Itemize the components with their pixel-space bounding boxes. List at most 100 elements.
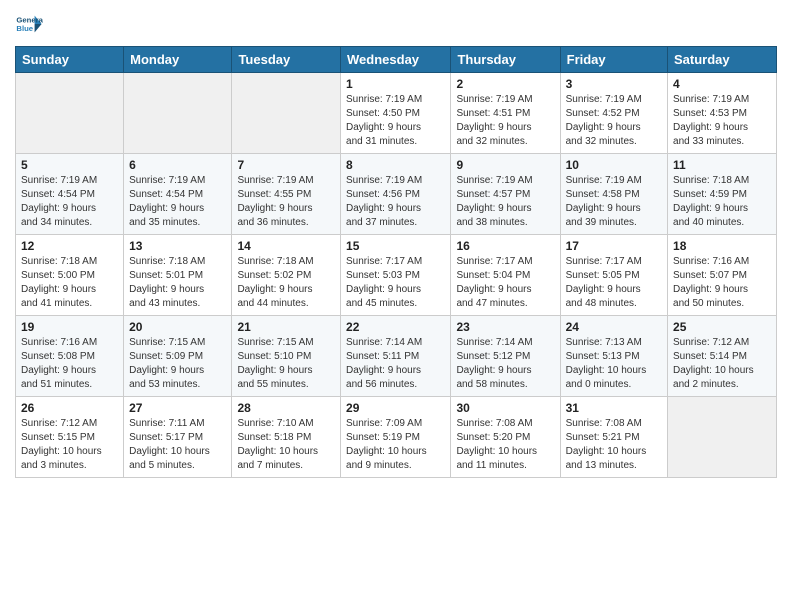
day-cell-10: 10 Sunrise: 7:19 AM Sunset: 4:58 PM Dayli… xyxy=(560,154,667,235)
day-info-6: Sunrise: 7:19 AM Sunset: 4:54 PM Dayligh… xyxy=(129,174,226,230)
day-cell-4: 4Sunrise: 7:19 AM Sunset: 4:53 PM Daylig… xyxy=(668,73,777,154)
logo: General Blue xyxy=(15,10,43,38)
day-cell-22: 22 Sunrise: 7:14 AM Sunset: 5:11 PM Dayli… xyxy=(341,316,451,397)
day-info-21: Sunrise: 7:15 AM Sunset: 5:10 PM Dayligh… xyxy=(237,336,335,392)
day-number-6: 6 xyxy=(129,158,226,172)
day-number-8: 8 xyxy=(346,158,445,172)
day-info-10: Sunrise: 7:19 AM Sunset: 4:58 PM Dayligh… xyxy=(566,174,662,230)
weekday-header-friday: Friday xyxy=(560,47,667,73)
empty-cell xyxy=(668,397,777,478)
day-info-15: Sunrise: 7:17 AM Sunset: 5:03 PM Dayligh… xyxy=(346,255,445,311)
day-cell-6: 6 Sunrise: 7:19 AM Sunset: 4:54 PM Daylig… xyxy=(124,154,232,235)
day-number-14: 14 xyxy=(237,239,335,253)
day-info-27: Sunrise: 7:11 AM Sunset: 5:17 PM Dayligh… xyxy=(129,417,226,473)
day-cell-15: 15 Sunrise: 7:17 AM Sunset: 5:03 PM Dayli… xyxy=(341,235,451,316)
day-number-15: 15 xyxy=(346,239,445,253)
day-number-16: 16 xyxy=(456,239,554,253)
day-cell-19: 19 Sunrise: 7:16 AM Sunset: 5:08 PM Dayli… xyxy=(16,316,124,397)
day-number-27: 27 xyxy=(129,401,226,415)
day-number-19: 19 xyxy=(21,320,118,334)
day-info-11: Sunrise: 7:18 AM Sunset: 4:59 PM Dayligh… xyxy=(673,174,771,230)
day-number-29: 29 xyxy=(346,401,445,415)
weekday-header-sunday: Sunday xyxy=(16,47,124,73)
day-cell-5: 5Sunrise: 7:19 AM Sunset: 4:54 PM Daylig… xyxy=(16,154,124,235)
day-cell-31: 31Sunrise: 7:08 AM Sunset: 5:21 PM Dayli… xyxy=(560,397,667,478)
day-info-18: Sunrise: 7:16 AM Sunset: 5:07 PM Dayligh… xyxy=(673,255,771,311)
day-cell-16: 16 Sunrise: 7:17 AM Sunset: 5:04 PM Dayli… xyxy=(451,235,560,316)
day-cell-29: 29 Sunrise: 7:09 AM Sunset: 5:19 PM Dayli… xyxy=(341,397,451,478)
day-info-28: Sunrise: 7:10 AM Sunset: 5:18 PM Dayligh… xyxy=(237,417,335,473)
week-row-4: 19 Sunrise: 7:16 AM Sunset: 5:08 PM Dayli… xyxy=(16,316,777,397)
day-number-24: 24 xyxy=(566,320,662,334)
day-number-13: 13 xyxy=(129,239,226,253)
day-number-3: 3 xyxy=(566,77,662,91)
day-number-5: 5 xyxy=(21,158,118,172)
day-number-25: 25 xyxy=(673,320,771,334)
day-cell-26: 26 Sunrise: 7:12 AM Sunset: 5:15 PM Dayli… xyxy=(16,397,124,478)
day-info-2: Sunrise: 7:19 AM Sunset: 4:51 PM Dayligh… xyxy=(456,93,554,149)
day-number-18: 18 xyxy=(673,239,771,253)
day-info-9: Sunrise: 7:19 AM Sunset: 4:57 PM Dayligh… xyxy=(456,174,554,230)
day-cell-13: 13 Sunrise: 7:18 AM Sunset: 5:01 PM Dayli… xyxy=(124,235,232,316)
day-number-28: 28 xyxy=(237,401,335,415)
day-cell-20: 20Sunrise: 7:15 AM Sunset: 5:09 PM Dayli… xyxy=(124,316,232,397)
day-number-12: 12 xyxy=(21,239,118,253)
day-info-26: Sunrise: 7:12 AM Sunset: 5:15 PM Dayligh… xyxy=(21,417,118,473)
day-number-11: 11 xyxy=(673,158,771,172)
day-info-13: Sunrise: 7:18 AM Sunset: 5:01 PM Dayligh… xyxy=(129,255,226,311)
day-info-30: Sunrise: 7:08 AM Sunset: 5:20 PM Dayligh… xyxy=(456,417,554,473)
week-row-1: 1Sunrise: 7:19 AM Sunset: 4:50 PM Daylig… xyxy=(16,73,777,154)
svg-text:Blue: Blue xyxy=(16,24,33,33)
day-info-14: Sunrise: 7:18 AM Sunset: 5:02 PM Dayligh… xyxy=(237,255,335,311)
day-number-4: 4 xyxy=(673,77,771,91)
day-cell-17: 17Sunrise: 7:17 AM Sunset: 5:05 PM Dayli… xyxy=(560,235,667,316)
day-cell-27: 27 Sunrise: 7:11 AM Sunset: 5:17 PM Dayli… xyxy=(124,397,232,478)
day-info-25: Sunrise: 7:12 AM Sunset: 5:14 PM Dayligh… xyxy=(673,336,771,392)
day-info-17: Sunrise: 7:17 AM Sunset: 5:05 PM Dayligh… xyxy=(566,255,662,311)
day-cell-25: 25 Sunrise: 7:12 AM Sunset: 5:14 PM Dayli… xyxy=(668,316,777,397)
day-cell-9: 9 Sunrise: 7:19 AM Sunset: 4:57 PM Daylig… xyxy=(451,154,560,235)
day-number-22: 22 xyxy=(346,320,445,334)
day-cell-30: 30Sunrise: 7:08 AM Sunset: 5:20 PM Dayli… xyxy=(451,397,560,478)
day-cell-28: 28 Sunrise: 7:10 AM Sunset: 5:18 PM Dayli… xyxy=(232,397,341,478)
day-cell-3: 3 Sunrise: 7:19 AM Sunset: 4:52 PM Daylig… xyxy=(560,73,667,154)
day-number-10: 10 xyxy=(566,158,662,172)
day-info-7: Sunrise: 7:19 AM Sunset: 4:55 PM Dayligh… xyxy=(237,174,335,230)
day-cell-11: 11 Sunrise: 7:18 AM Sunset: 4:59 PM Dayli… xyxy=(668,154,777,235)
weekday-header-saturday: Saturday xyxy=(668,47,777,73)
svg-text:General: General xyxy=(16,16,43,25)
weekday-header-tuesday: Tuesday xyxy=(232,47,341,73)
day-cell-23: 23Sunrise: 7:14 AM Sunset: 5:12 PM Dayli… xyxy=(451,316,560,397)
day-info-3: Sunrise: 7:19 AM Sunset: 4:52 PM Dayligh… xyxy=(566,93,662,149)
empty-cell xyxy=(16,73,124,154)
day-cell-8: 8 Sunrise: 7:19 AM Sunset: 4:56 PM Daylig… xyxy=(341,154,451,235)
day-number-26: 26 xyxy=(21,401,118,415)
day-info-29: Sunrise: 7:09 AM Sunset: 5:19 PM Dayligh… xyxy=(346,417,445,473)
day-info-16: Sunrise: 7:17 AM Sunset: 5:04 PM Dayligh… xyxy=(456,255,554,311)
empty-cell xyxy=(124,73,232,154)
day-info-1: Sunrise: 7:19 AM Sunset: 4:50 PM Dayligh… xyxy=(346,93,445,149)
day-info-24: Sunrise: 7:13 AM Sunset: 5:13 PM Dayligh… xyxy=(566,336,662,392)
calendar-table: SundayMondayTuesdayWednesdayThursdayFrid… xyxy=(15,46,777,478)
page-container: General Blue SundayMondayTuesdayWednesda… xyxy=(0,0,792,488)
day-number-20: 20 xyxy=(129,320,226,334)
weekday-header-row: SundayMondayTuesdayWednesdayThursdayFrid… xyxy=(16,47,777,73)
week-row-3: 12 Sunrise: 7:18 AM Sunset: 5:00 PM Dayli… xyxy=(16,235,777,316)
week-row-2: 5 Sunrise: 7:19 AM Sunset: 4:54 PM Daylig… xyxy=(16,154,777,235)
day-cell-2: 2Sunrise: 7:19 AM Sunset: 4:51 PM Daylig… xyxy=(451,73,560,154)
empty-cell xyxy=(232,73,341,154)
day-cell-24: 24 Sunrise: 7:13 AM Sunset: 5:13 PM Dayli… xyxy=(560,316,667,397)
week-row-5: 26 Sunrise: 7:12 AM Sunset: 5:15 PM Dayli… xyxy=(16,397,777,478)
day-info-8: Sunrise: 7:19 AM Sunset: 4:56 PM Dayligh… xyxy=(346,174,445,230)
header: General Blue xyxy=(15,10,777,38)
day-cell-18: 18 Sunrise: 7:16 AM Sunset: 5:07 PM Dayli… xyxy=(668,235,777,316)
weekday-header-monday: Monday xyxy=(124,47,232,73)
day-number-9: 9 xyxy=(456,158,554,172)
day-cell-7: 7Sunrise: 7:19 AM Sunset: 4:55 PM Daylig… xyxy=(232,154,341,235)
logo-icon: General Blue xyxy=(15,10,43,38)
day-info-22: Sunrise: 7:14 AM Sunset: 5:11 PM Dayligh… xyxy=(346,336,445,392)
day-info-12: Sunrise: 7:18 AM Sunset: 5:00 PM Dayligh… xyxy=(21,255,118,311)
day-number-31: 31 xyxy=(566,401,662,415)
day-info-19: Sunrise: 7:16 AM Sunset: 5:08 PM Dayligh… xyxy=(21,336,118,392)
day-cell-1: 1Sunrise: 7:19 AM Sunset: 4:50 PM Daylig… xyxy=(341,73,451,154)
